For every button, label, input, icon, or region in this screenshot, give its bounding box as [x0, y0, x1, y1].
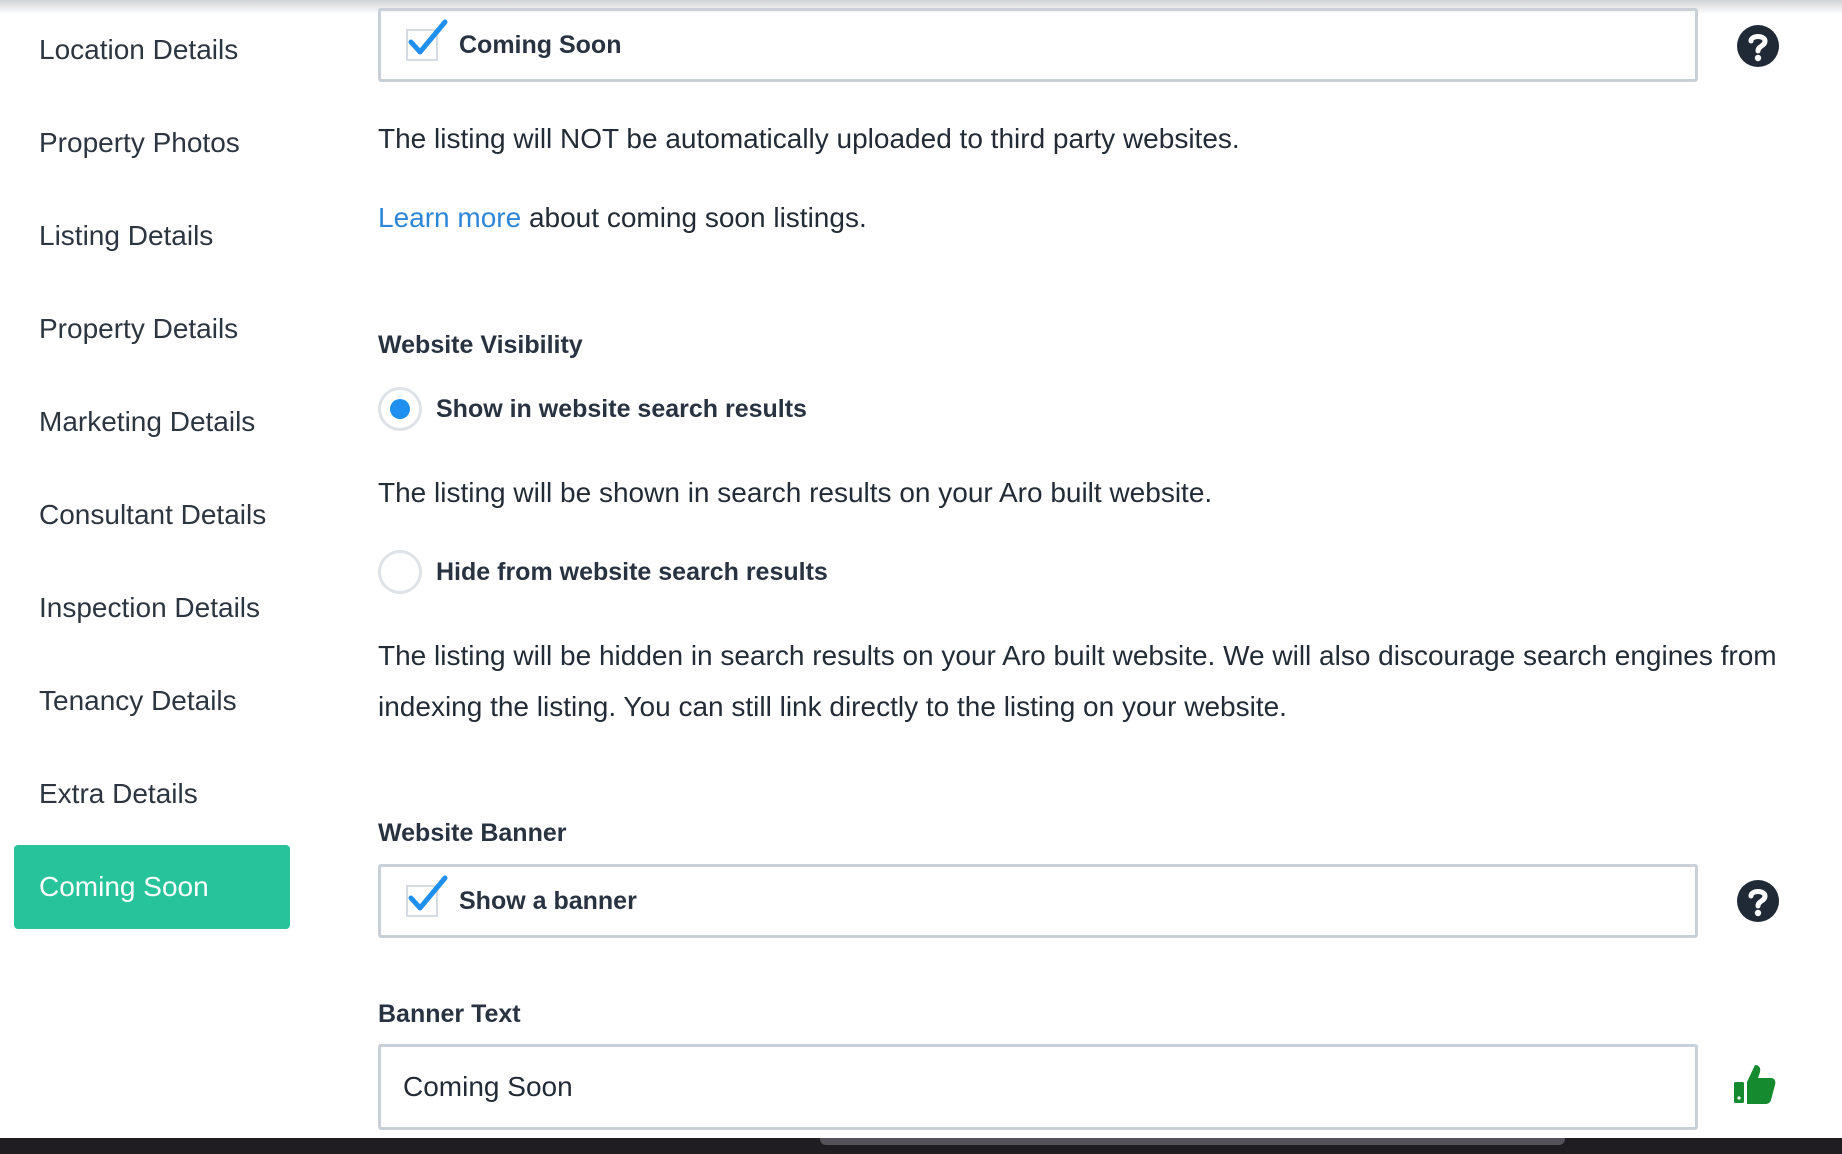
sidebar-item-label: Property Photos: [39, 127, 240, 158]
sidebar-item-extra-details[interactable]: Extra Details: [14, 752, 290, 836]
radio-show-in-search[interactable]: Show in website search results: [378, 387, 807, 431]
radio-label: Show in website search results: [436, 394, 807, 423]
sidebar-item-inspection-details[interactable]: Inspection Details: [14, 566, 290, 650]
coming-soon-checkbox-label: Coming Soon: [459, 30, 622, 59]
learn-more-text: about coming soon listings.: [521, 202, 867, 233]
checkmark-icon: [405, 875, 451, 924]
learn-more-link[interactable]: Learn more: [378, 202, 521, 233]
coming-soon-note: The listing will NOT be automatically up…: [378, 123, 1240, 154]
sidebar-item-consultant-details[interactable]: Consultant Details: [14, 473, 290, 557]
radio-button-unselected[interactable]: [378, 550, 422, 594]
coming-soon-checkbox[interactable]: Coming Soon: [378, 8, 1698, 82]
show-description: The listing will be shown in search resu…: [378, 477, 1213, 508]
banner-text-input[interactable]: [378, 1044, 1698, 1130]
sidebar-item-label: Consultant Details: [39, 499, 267, 530]
sidebar: Location Details Property Photos Listing…: [14, 8, 290, 938]
sidebar-item-marketing-details[interactable]: Marketing Details: [14, 380, 290, 464]
radio-hide-from-search[interactable]: Hide from website search results: [378, 550, 828, 594]
sidebar-item-label: Property Details: [39, 313, 239, 344]
sidebar-item-label: Tenancy Details: [39, 685, 237, 716]
banner-text-heading: Banner Text: [378, 1000, 521, 1028]
scroll-handle[interactable]: [820, 1138, 1565, 1145]
sidebar-item-label: Location Details: [39, 34, 239, 65]
sidebar-item-tenancy-details[interactable]: Tenancy Details: [14, 659, 290, 743]
sidebar-item-property-details[interactable]: Property Details: [14, 287, 290, 371]
sidebar-item-property-photos[interactable]: Property Photos: [14, 101, 290, 185]
sidebar-item-label: Listing Details: [39, 220, 214, 251]
learn-more-line: Learn more about coming soon listings.: [378, 192, 1798, 243]
show-banner-checkbox[interactable]: Show a banner: [378, 864, 1698, 938]
hide-description: The listing will be hidden in search res…: [378, 640, 1777, 722]
sidebar-item-label: Coming Soon: [39, 871, 209, 902]
help-icon[interactable]: [1736, 879, 1780, 923]
sidebar-item-label: Extra Details: [39, 778, 198, 809]
sidebar-item-listing-details[interactable]: Listing Details: [14, 194, 290, 278]
sidebar-item-coming-soon[interactable]: Coming Soon: [14, 845, 290, 929]
help-icon[interactable]: [1736, 24, 1780, 68]
show-banner-checkbox-label: Show a banner: [459, 886, 637, 915]
website-visibility-heading: Website Visibility: [378, 331, 583, 359]
sidebar-item-label: Inspection Details: [39, 592, 261, 623]
radio-button-selected[interactable]: [378, 387, 422, 431]
bottom-bar: [0, 1138, 1842, 1154]
sidebar-item-location-details[interactable]: Location Details: [14, 8, 290, 92]
website-banner-heading: Website Banner: [378, 819, 567, 847]
sidebar-item-label: Marketing Details: [39, 406, 256, 437]
thumbs-up-icon: [1732, 1061, 1778, 1107]
radio-label: Hide from website search results: [436, 557, 828, 586]
checkmark-icon: [405, 19, 451, 68]
